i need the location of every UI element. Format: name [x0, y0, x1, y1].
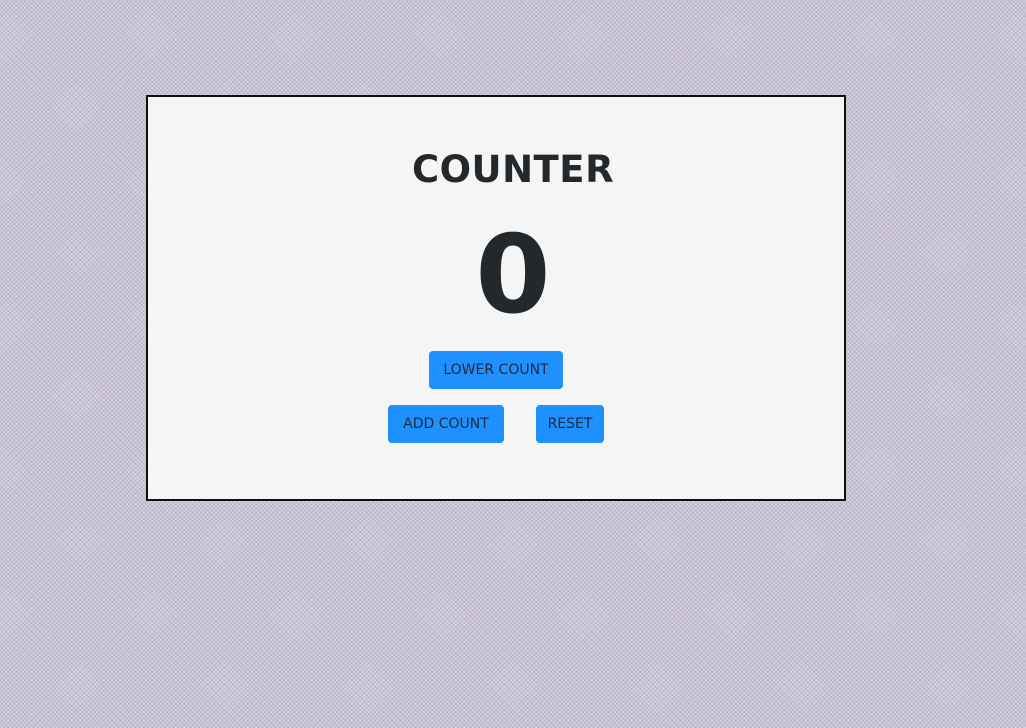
counter-value: 0	[475, 213, 551, 338]
counter-title: COUNTER	[411, 148, 615, 191]
lower-count-button[interactable]: LOWER COUNT	[429, 351, 563, 389]
reset-button[interactable]: RESET	[536, 405, 604, 443]
add-count-button[interactable]: ADD COUNT	[388, 405, 504, 443]
